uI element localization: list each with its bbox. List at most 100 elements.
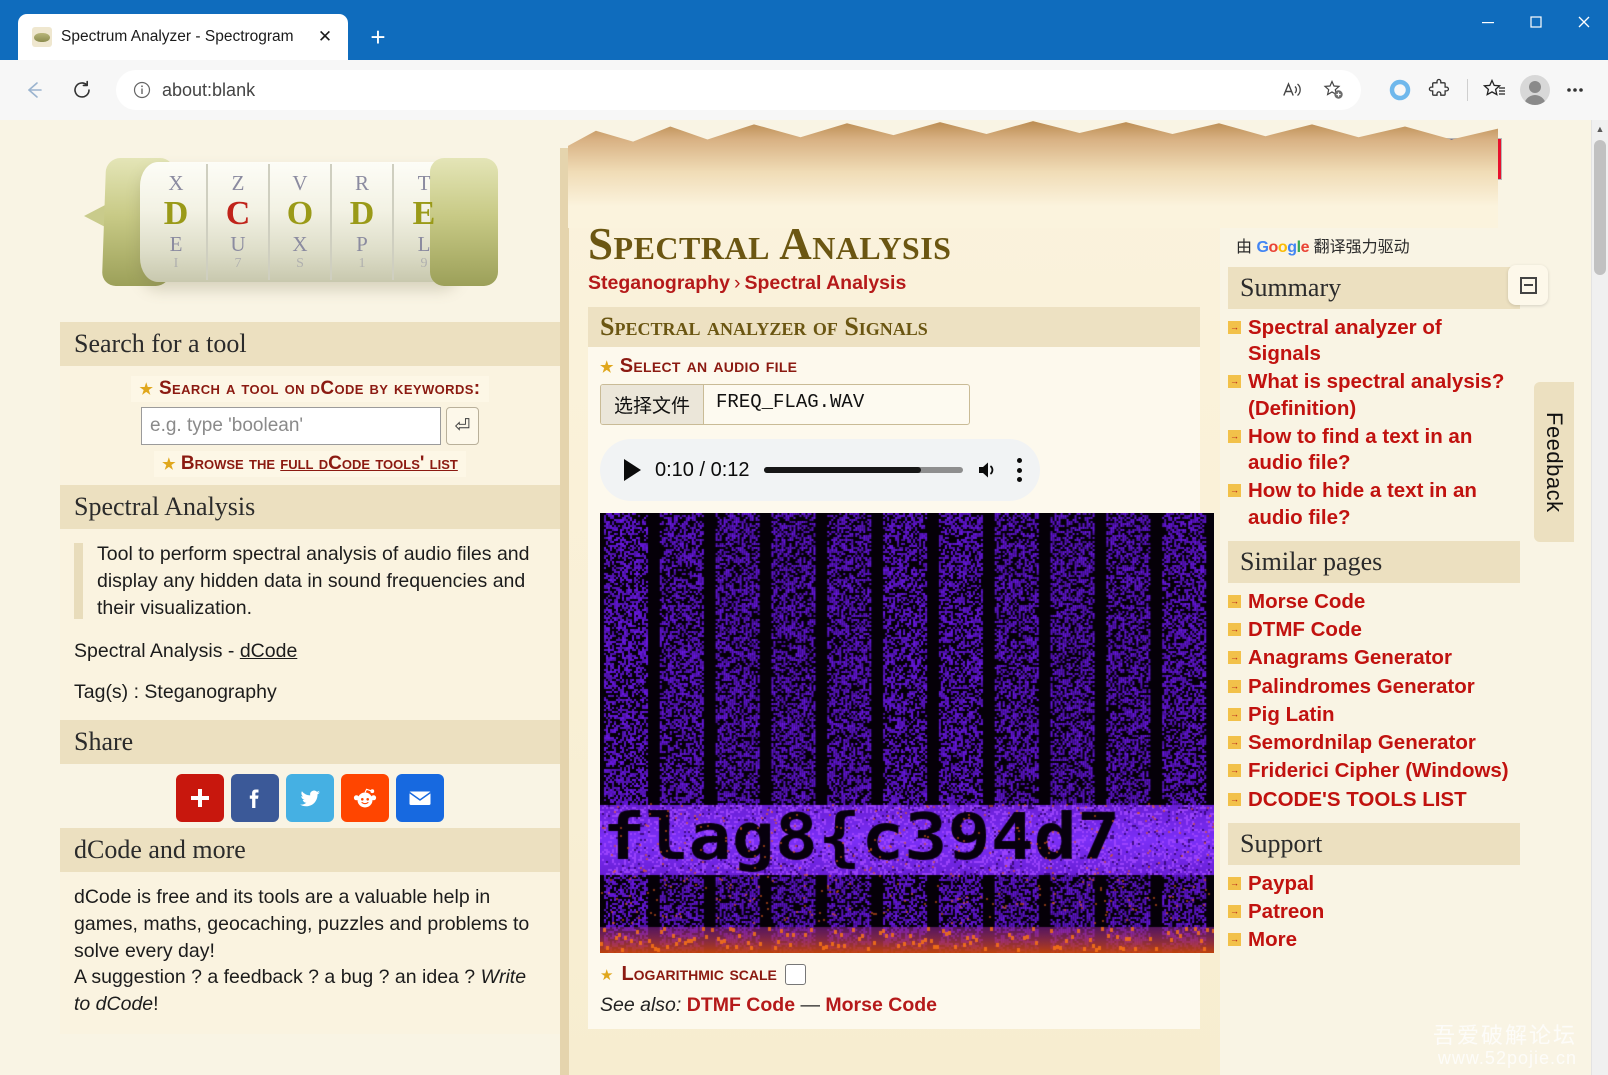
similar-pages-header: Similar pages	[1228, 540, 1520, 583]
file-field-label-text: Select an audio file	[619, 355, 798, 377]
twitter-share-icon[interactable]	[286, 773, 334, 822]
search-submit-button[interactable]: ⏎	[446, 407, 479, 445]
search-panel: ★ Search a tool on dCode by keywords: ⏎ …	[60, 366, 560, 485]
extensions-icon[interactable]	[1421, 71, 1459, 109]
breadcrumb-separator: ›	[733, 272, 741, 294]
feedback-tab[interactable]: Feedback	[1534, 382, 1574, 542]
wheel-top-letter: Z	[231, 171, 245, 195]
page-scrollbar[interactable]: ▲	[1591, 120, 1608, 1075]
list-item[interactable]: Patreon	[1228, 899, 1520, 925]
back-icon[interactable]	[14, 70, 54, 110]
more-text-line3: !	[153, 993, 159, 1016]
dcode-link[interactable]: dCode	[240, 640, 297, 662]
list-item[interactable]: Semordnilap Generator	[1228, 730, 1520, 756]
file-input[interactable]: 选择文件 FREQ_FLAG.WAV	[600, 384, 970, 425]
browse-tools-line: ★ Browse the full dCode tools' list	[60, 451, 560, 477]
browse-tools-label[interactable]: ★ Browse the full dCode tools' list	[154, 451, 466, 477]
list-item[interactable]: Spectral analyzer of Signals	[1228, 315, 1520, 367]
support-section-header: Support	[1228, 822, 1520, 865]
star-icon: ★	[162, 456, 176, 473]
choose-file-button[interactable]: 选择文件	[601, 385, 705, 424]
similar-link[interactable]: Semordnilap Generator	[1248, 730, 1476, 756]
list-item[interactable]: DTMF Code	[1228, 617, 1520, 643]
list-item[interactable]: How to hide a text in an audio file?	[1228, 478, 1520, 530]
spectrogram-display	[600, 513, 1214, 953]
audio-more-options-icon[interactable]	[1017, 458, 1022, 482]
list-item[interactable]: Palindromes Generator	[1228, 674, 1520, 700]
list-item[interactable]: What is spectral analysis? (Definition)	[1228, 369, 1520, 421]
wheel-top-letter: X	[168, 171, 184, 195]
left-sidebar: X D E I Z C U 7 V O X S R D P 1 T E L 9 …	[0, 120, 560, 1075]
similar-link[interactable]: Anagrams Generator	[1248, 645, 1452, 671]
wheel-main-letter: D	[163, 195, 189, 232]
list-item[interactable]: Anagrams Generator	[1228, 645, 1520, 671]
audio-player[interactable]: 0:10 / 0:12	[600, 439, 1040, 501]
similar-link[interactable]: Morse Code	[1248, 589, 1365, 615]
close-window-button[interactable]	[1560, 0, 1608, 44]
url-text: about:blank	[162, 79, 256, 100]
close-tab-icon[interactable]: ✕	[312, 24, 338, 50]
main-content-column: Spectral Analysis Steganography › Spectral…	[560, 120, 1498, 1075]
search-row: ⏎	[60, 407, 560, 445]
dcode-logo[interactable]: X D E I Z C U 7 V O X S R D P 1 T E L 9	[60, 132, 530, 322]
more-panel: dCode is free and its tools are a valuab…	[60, 871, 560, 1035]
reload-icon[interactable]	[62, 70, 102, 110]
see-also-link-morse[interactable]: Morse Code	[825, 994, 937, 1016]
address-bar[interactable]: about:blank	[116, 70, 1361, 110]
reddit-share-icon[interactable]	[341, 773, 389, 822]
collapse-summary-button[interactable]	[1508, 265, 1548, 305]
scrollbar-thumb[interactable]	[1594, 140, 1606, 275]
similar-link[interactable]: Pig Latin	[1248, 702, 1335, 728]
summary-link[interactable]: What is spectral analysis? (Definition)	[1248, 369, 1520, 421]
facebook-share-icon[interactable]	[231, 773, 279, 822]
similar-link[interactable]: DCODE'S TOOLS LIST	[1248, 787, 1467, 813]
favorites-icon[interactable]	[1476, 71, 1514, 109]
browser-tab[interactable]: Spectrum Analyzer - Spectrogram ✕	[18, 14, 348, 60]
profile-avatar[interactable]	[1516, 71, 1554, 109]
list-item[interactable]: DCODE'S TOOLS LIST	[1228, 787, 1520, 813]
summary-link[interactable]: How to hide a text in an audio file?	[1248, 478, 1520, 530]
minimize-button[interactable]	[1464, 0, 1512, 44]
browse-tools-link[interactable]: full dCode tools' list	[280, 453, 458, 474]
volume-icon[interactable]	[977, 458, 1003, 482]
summary-link[interactable]: How to find a text in an audio file?	[1248, 424, 1520, 476]
support-link[interactable]: More	[1248, 927, 1297, 953]
copilot-icon[interactable]	[1381, 71, 1419, 109]
list-item[interactable]: Friderici Cipher (Windows)	[1228, 758, 1520, 784]
list-item[interactable]: More	[1228, 927, 1520, 953]
breadcrumb-parent-link[interactable]: Steganography	[588, 272, 730, 294]
browser-titlebar: Spectrum Analyzer - Spectrogram ✕ +	[0, 0, 1608, 60]
list-item[interactable]: Paypal	[1228, 871, 1520, 897]
similar-link[interactable]: Friderici Cipher (Windows)	[1248, 758, 1509, 784]
support-link[interactable]: Paypal	[1248, 871, 1314, 897]
similar-link[interactable]: DTMF Code	[1248, 617, 1362, 643]
audio-progress-slider[interactable]	[763, 467, 963, 473]
summary-link[interactable]: Spectral analyzer of Signals	[1248, 315, 1520, 367]
see-also-link-dtmf[interactable]: DTMF Code	[687, 994, 795, 1016]
search-input[interactable]	[141, 407, 441, 445]
email-share-icon[interactable]	[396, 773, 444, 822]
list-item[interactable]: Morse Code	[1228, 589, 1520, 615]
wheel-bottom2-letter: 1	[358, 256, 366, 271]
arrow-bullet-icon	[1228, 679, 1241, 693]
quote-bar	[74, 543, 83, 619]
breadcrumb-current-link[interactable]: Spectral Analysis	[744, 272, 906, 294]
summary-section-header: Summary	[1228, 265, 1548, 309]
add-favorite-icon[interactable]	[1315, 71, 1353, 109]
new-tab-button[interactable]: +	[358, 17, 398, 57]
addthis-share-icon[interactable]	[176, 773, 224, 822]
log-scale-checkbox[interactable]	[784, 964, 806, 985]
similar-link[interactable]: Palindromes Generator	[1248, 674, 1475, 700]
play-button[interactable]	[624, 459, 641, 481]
file-field-label: ★ Select an audio file	[600, 355, 1188, 378]
search-keyword-text: Search a tool on dCode by keywords:	[158, 378, 481, 399]
settings-more-icon[interactable]	[1556, 71, 1594, 109]
wheel-bottom-letter: P	[356, 232, 368, 256]
maximize-button[interactable]	[1512, 0, 1560, 44]
tool-section-body: ★ Select an audio file 选择文件 FREQ_FLAG.WA…	[588, 347, 1214, 1029]
list-item[interactable]: Pig Latin	[1228, 702, 1520, 728]
support-link[interactable]: Patreon	[1248, 899, 1324, 925]
scroll-up-arrow[interactable]: ▲	[1592, 120, 1608, 137]
read-aloud-icon[interactable]	[1273, 71, 1311, 109]
list-item[interactable]: How to find a text in an audio file?	[1228, 424, 1520, 476]
